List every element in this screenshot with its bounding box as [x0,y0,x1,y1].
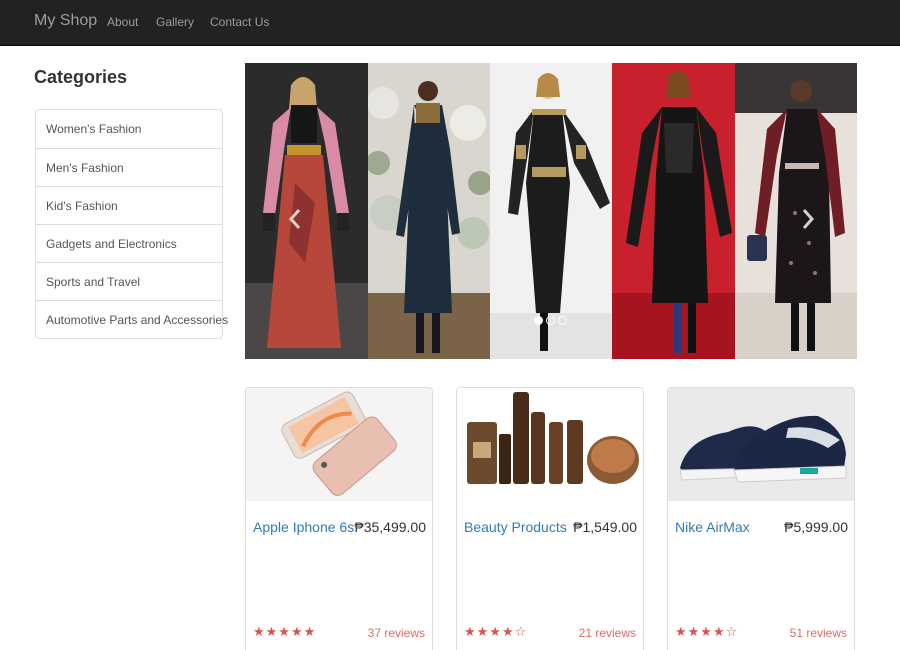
categories-heading: Categories [34,67,128,87]
carousel-indicator-1[interactable] [534,316,543,325]
review-count: 51 reviews [789,626,847,640]
product-price: ₱5,999.00 [784,519,848,535]
carousel-indicator-3[interactable] [558,316,567,325]
carousel-panel-5 [735,63,857,359]
runway-model-image-1 [245,63,368,359]
carousel-indicators [534,316,570,328]
runway-model-image-2 [368,63,490,359]
fashion-carousel[interactable] [245,63,857,359]
category-item-automotive[interactable]: Automotive Parts and Accessories [36,300,228,338]
nav-link-about[interactable]: About [107,15,138,29]
product-image-beauty[interactable] [457,388,643,501]
product-price: ₱1,549.00 [573,519,637,535]
carousel-panel-3 [490,63,612,359]
product-card-iphone[interactable]: Apple Iphone 6s ₱35,499.00 ★★★★★ 37 revi… [245,387,433,650]
chevron-left-icon[interactable] [288,208,302,230]
carousel-panel-1 [245,63,368,359]
category-item-kids-fashion[interactable]: Kid's Fashion [36,186,222,224]
star-rating: ★★★★★ [253,624,317,639]
nav-link-contact[interactable]: Contact Us [210,15,269,29]
product-price: ₱35,499.00 [354,519,426,535]
product-image-iphone[interactable] [246,388,432,501]
brand-link[interactable]: My Shop [34,12,97,30]
runway-model-image-3 [490,63,612,359]
carousel-panel-2 [368,63,490,359]
nav-link-gallery[interactable]: Gallery [156,15,194,29]
top-navbar: My Shop About Gallery Contact Us [0,0,900,46]
runway-model-image-4 [612,63,735,359]
product-name-link[interactable]: Nike AirMax [675,519,750,535]
product-card-beauty[interactable]: Beauty Products ₱1,549.00 ★★★★☆ 21 revie… [456,387,644,650]
product-name-link[interactable]: Apple Iphone 6s [253,519,354,535]
carousel-panel-4 [612,63,735,359]
category-item-sports-travel[interactable]: Sports and Travel [36,262,222,300]
star-rating: ★★★★☆ [675,624,739,639]
review-count: 37 reviews [367,626,425,640]
product-card-nike[interactable]: Nike AirMax ₱5,999.00 ★★★★☆ 51 reviews [667,387,855,650]
product-image-nike[interactable] [668,388,854,501]
runway-model-image-5 [735,63,857,359]
chevron-right-icon[interactable] [801,208,815,230]
category-item-womens-fashion[interactable]: Women's Fashion [36,110,222,148]
category-item-mens-fashion[interactable]: Men's Fashion [36,148,222,186]
star-rating: ★★★★☆ [464,624,528,639]
carousel-indicator-2[interactable] [546,316,555,325]
review-count: 21 reviews [578,626,636,640]
category-list: Women's Fashion Men's Fashion Kid's Fash… [35,109,228,339]
category-item-gadgets[interactable]: Gadgets and Electronics [36,224,222,262]
product-name-link[interactable]: Beauty Products [464,519,567,535]
